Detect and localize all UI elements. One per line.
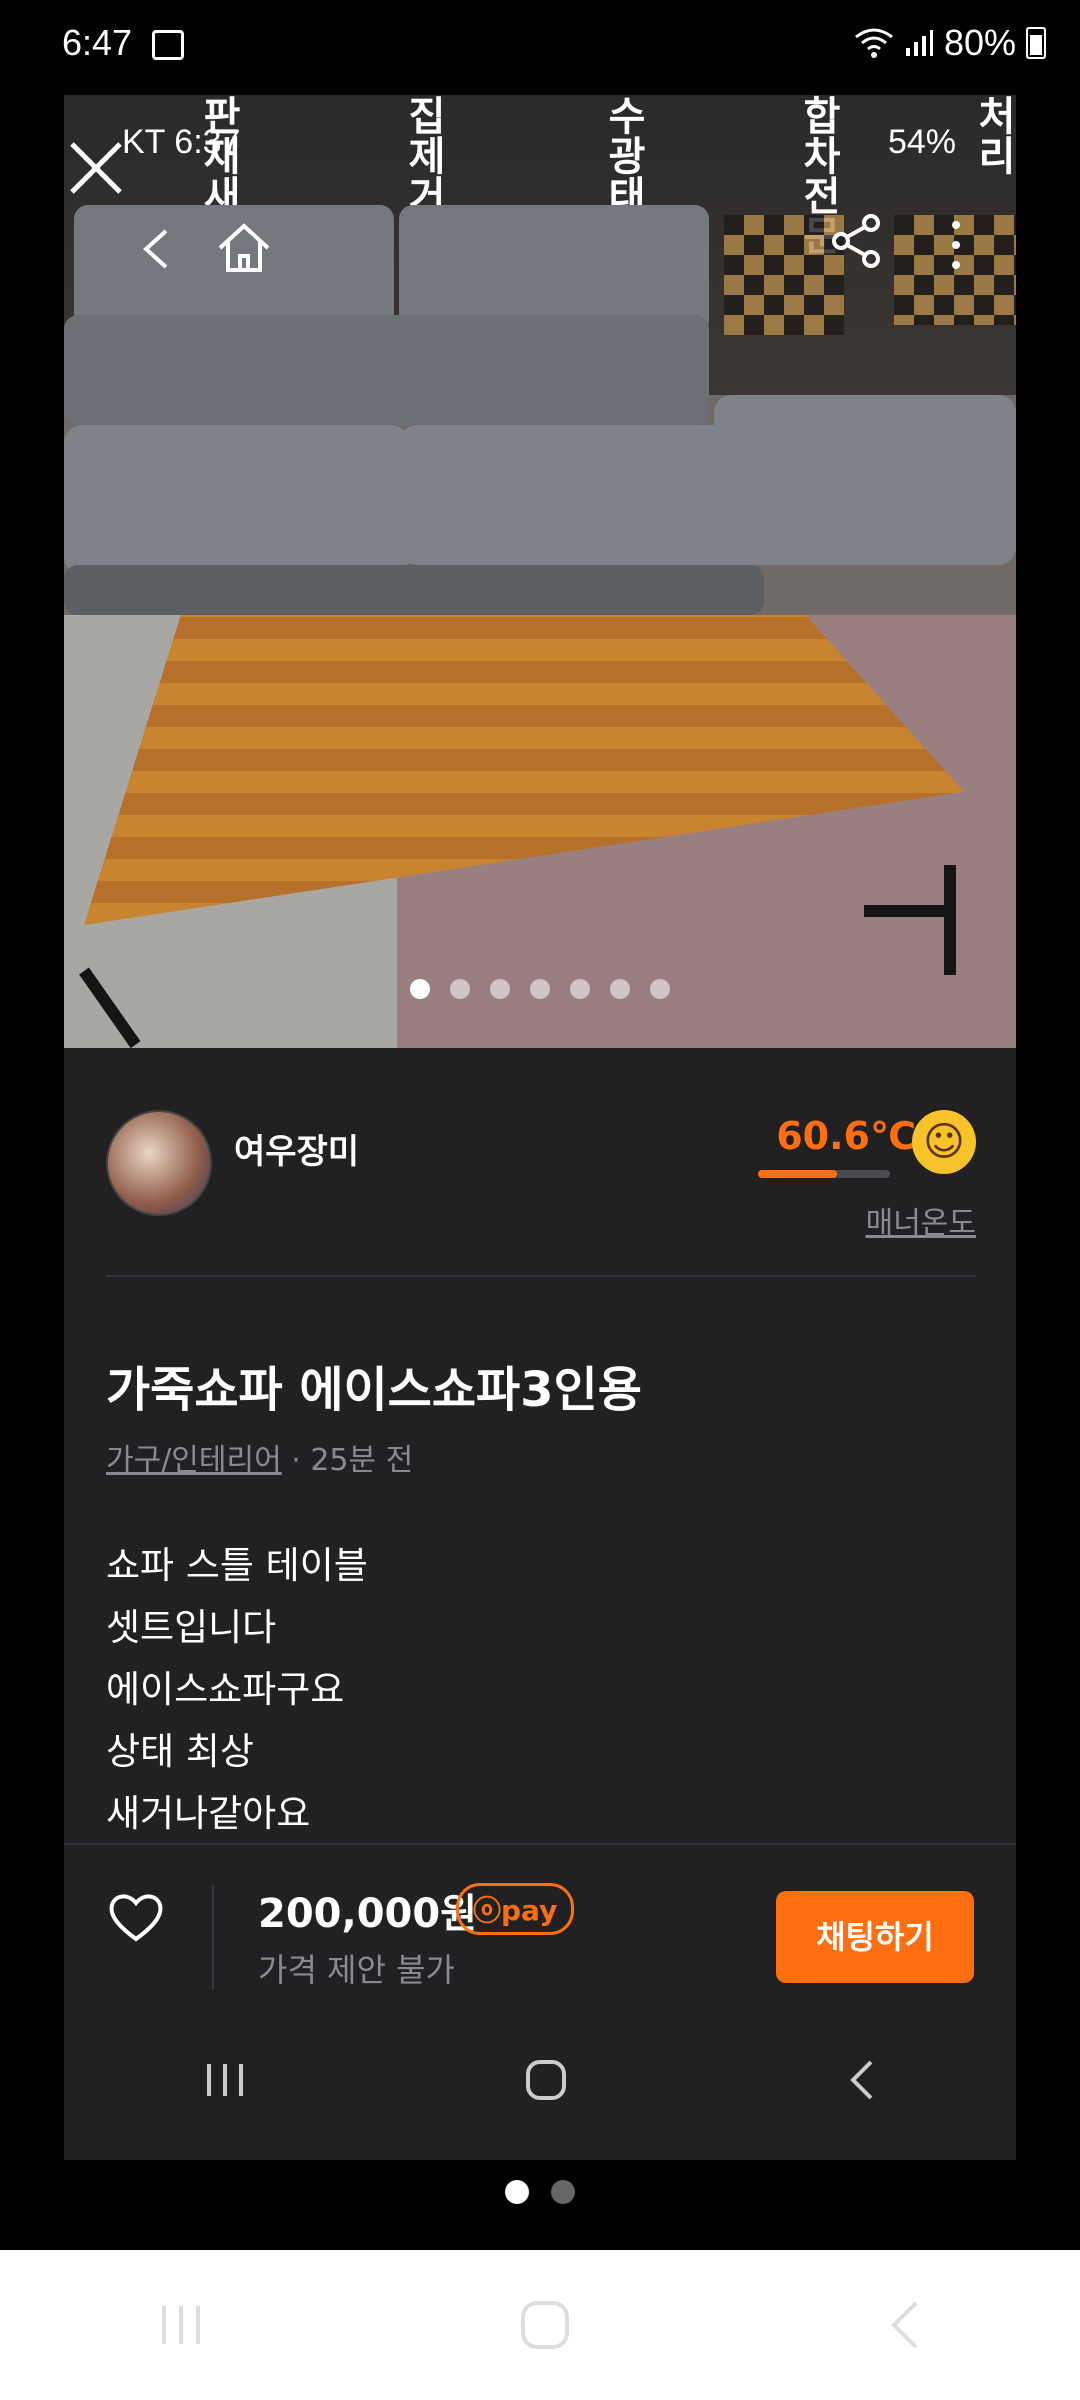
page-dot xyxy=(450,979,470,999)
sofa-seat xyxy=(399,425,759,565)
post-meta: 가구/인테리어 · 25분 전 xyxy=(106,1435,413,1479)
inner-status-left: KT 6:37 xyxy=(122,123,241,161)
sofa-ottoman xyxy=(714,395,1016,565)
divider xyxy=(212,1885,214,1989)
seller-profile[interactable]: 여우장미 60.6℃ ☺ 매너온도 xyxy=(106,1110,976,1241)
inner-status-bar: KT 6:37 54% xyxy=(64,115,1016,175)
home-icon[interactable] xyxy=(214,220,274,276)
description-line: 상태 최상 xyxy=(106,1730,254,1773)
recent-apps-icon[interactable] xyxy=(156,2300,206,2350)
inner-status-right: 54% xyxy=(887,123,956,161)
product-photo[interactable]: 판재새 집제거 수광태 합차전문 처리 KT 6:37 54% xyxy=(64,95,1016,1048)
page-dot xyxy=(410,979,430,999)
page-dot xyxy=(530,979,550,999)
nav-back-icon[interactable] xyxy=(884,2298,924,2352)
table-leg xyxy=(864,905,954,917)
manner-temperature-link[interactable]: 매너온도 xyxy=(866,1198,976,1242)
close-icon[interactable] xyxy=(68,140,124,196)
page-dot xyxy=(610,979,630,999)
more-icon[interactable] xyxy=(948,217,964,273)
manner-temperature: 60.6℃ xyxy=(776,1114,916,1158)
description-line: 새거나같아요 xyxy=(106,1792,311,1835)
description-line: 쇼파 스틀 테이블 xyxy=(106,1544,368,1587)
seller-name[interactable]: 여우장미 xyxy=(234,1124,359,1173)
home-button-icon[interactable] xyxy=(524,2058,568,2102)
page-dot xyxy=(551,2180,575,2204)
device-navigation-bar xyxy=(0,2250,1080,2400)
post-description: 쇼파 스틀 테이블 셋트입니다 에이스쇼파구요 상태 최상 새거나같아요 xyxy=(106,1535,368,1845)
gallery-notification-icon xyxy=(152,30,184,60)
screenshot-viewer: 판재새 집제거 수광태 합차전문 처리 KT 6:37 54% 여우장미 60.… xyxy=(64,95,1016,2160)
page-dot xyxy=(505,2180,529,2204)
smiley-icon: ☺ xyxy=(912,1110,976,1174)
window-tiles xyxy=(724,215,844,335)
device-time: 6:47 xyxy=(62,22,133,63)
page-dot xyxy=(490,979,510,999)
description-line: 에이스쇼파구요 xyxy=(106,1668,345,1711)
signal-icon xyxy=(905,30,933,56)
description-line: 셋트입니다 xyxy=(106,1606,277,1649)
sofa-base xyxy=(64,565,764,615)
table-leg xyxy=(944,865,956,975)
price-negotiation: 가격 제안 불가 xyxy=(258,1951,455,1989)
category-link[interactable]: 가구/인테리어 xyxy=(106,1443,282,1478)
heart-icon[interactable] xyxy=(106,1887,166,1947)
battery-icon xyxy=(1026,27,1046,59)
temperature-fill xyxy=(758,1170,838,1178)
device-status-bar: 6:47 80% xyxy=(0,0,1080,95)
share-icon[interactable] xyxy=(829,213,885,269)
time-ago: · 25분 전 xyxy=(291,1443,414,1478)
temperature-bar xyxy=(758,1170,890,1178)
viewer-page-indicator xyxy=(0,2180,1080,2204)
page-dot xyxy=(570,979,590,999)
nav-back-icon[interactable] xyxy=(845,2058,877,2102)
price: 200,000원 xyxy=(258,1891,477,1937)
sofa-backrest xyxy=(64,315,709,425)
device-status-right: 80% xyxy=(854,22,1046,64)
pay-badge: ⓞpay xyxy=(456,1883,575,1935)
sofa-seat xyxy=(64,425,409,575)
chat-button[interactable]: 채팅하기 xyxy=(776,1891,974,1983)
avatar[interactable] xyxy=(106,1110,212,1216)
device-battery-text: 80% xyxy=(943,22,1016,63)
home-button-icon[interactable] xyxy=(518,2298,572,2352)
post-title: 가죽쇼파 에이스쇼파3인용 xyxy=(106,1362,642,1418)
divider xyxy=(106,1275,976,1277)
page-dot xyxy=(650,979,670,999)
purchase-bar: 200,000원 ⓞpay 가격 제안 불가 채팅하기 xyxy=(64,1843,1016,2001)
recent-apps-icon[interactable] xyxy=(203,2060,247,2100)
inner-navigation-bar xyxy=(64,2005,1016,2155)
wifi-icon xyxy=(855,28,893,58)
back-icon[interactable] xyxy=(134,225,182,273)
photo-page-indicator xyxy=(64,979,1016,999)
pay-badge-label: pay xyxy=(501,1894,558,1927)
